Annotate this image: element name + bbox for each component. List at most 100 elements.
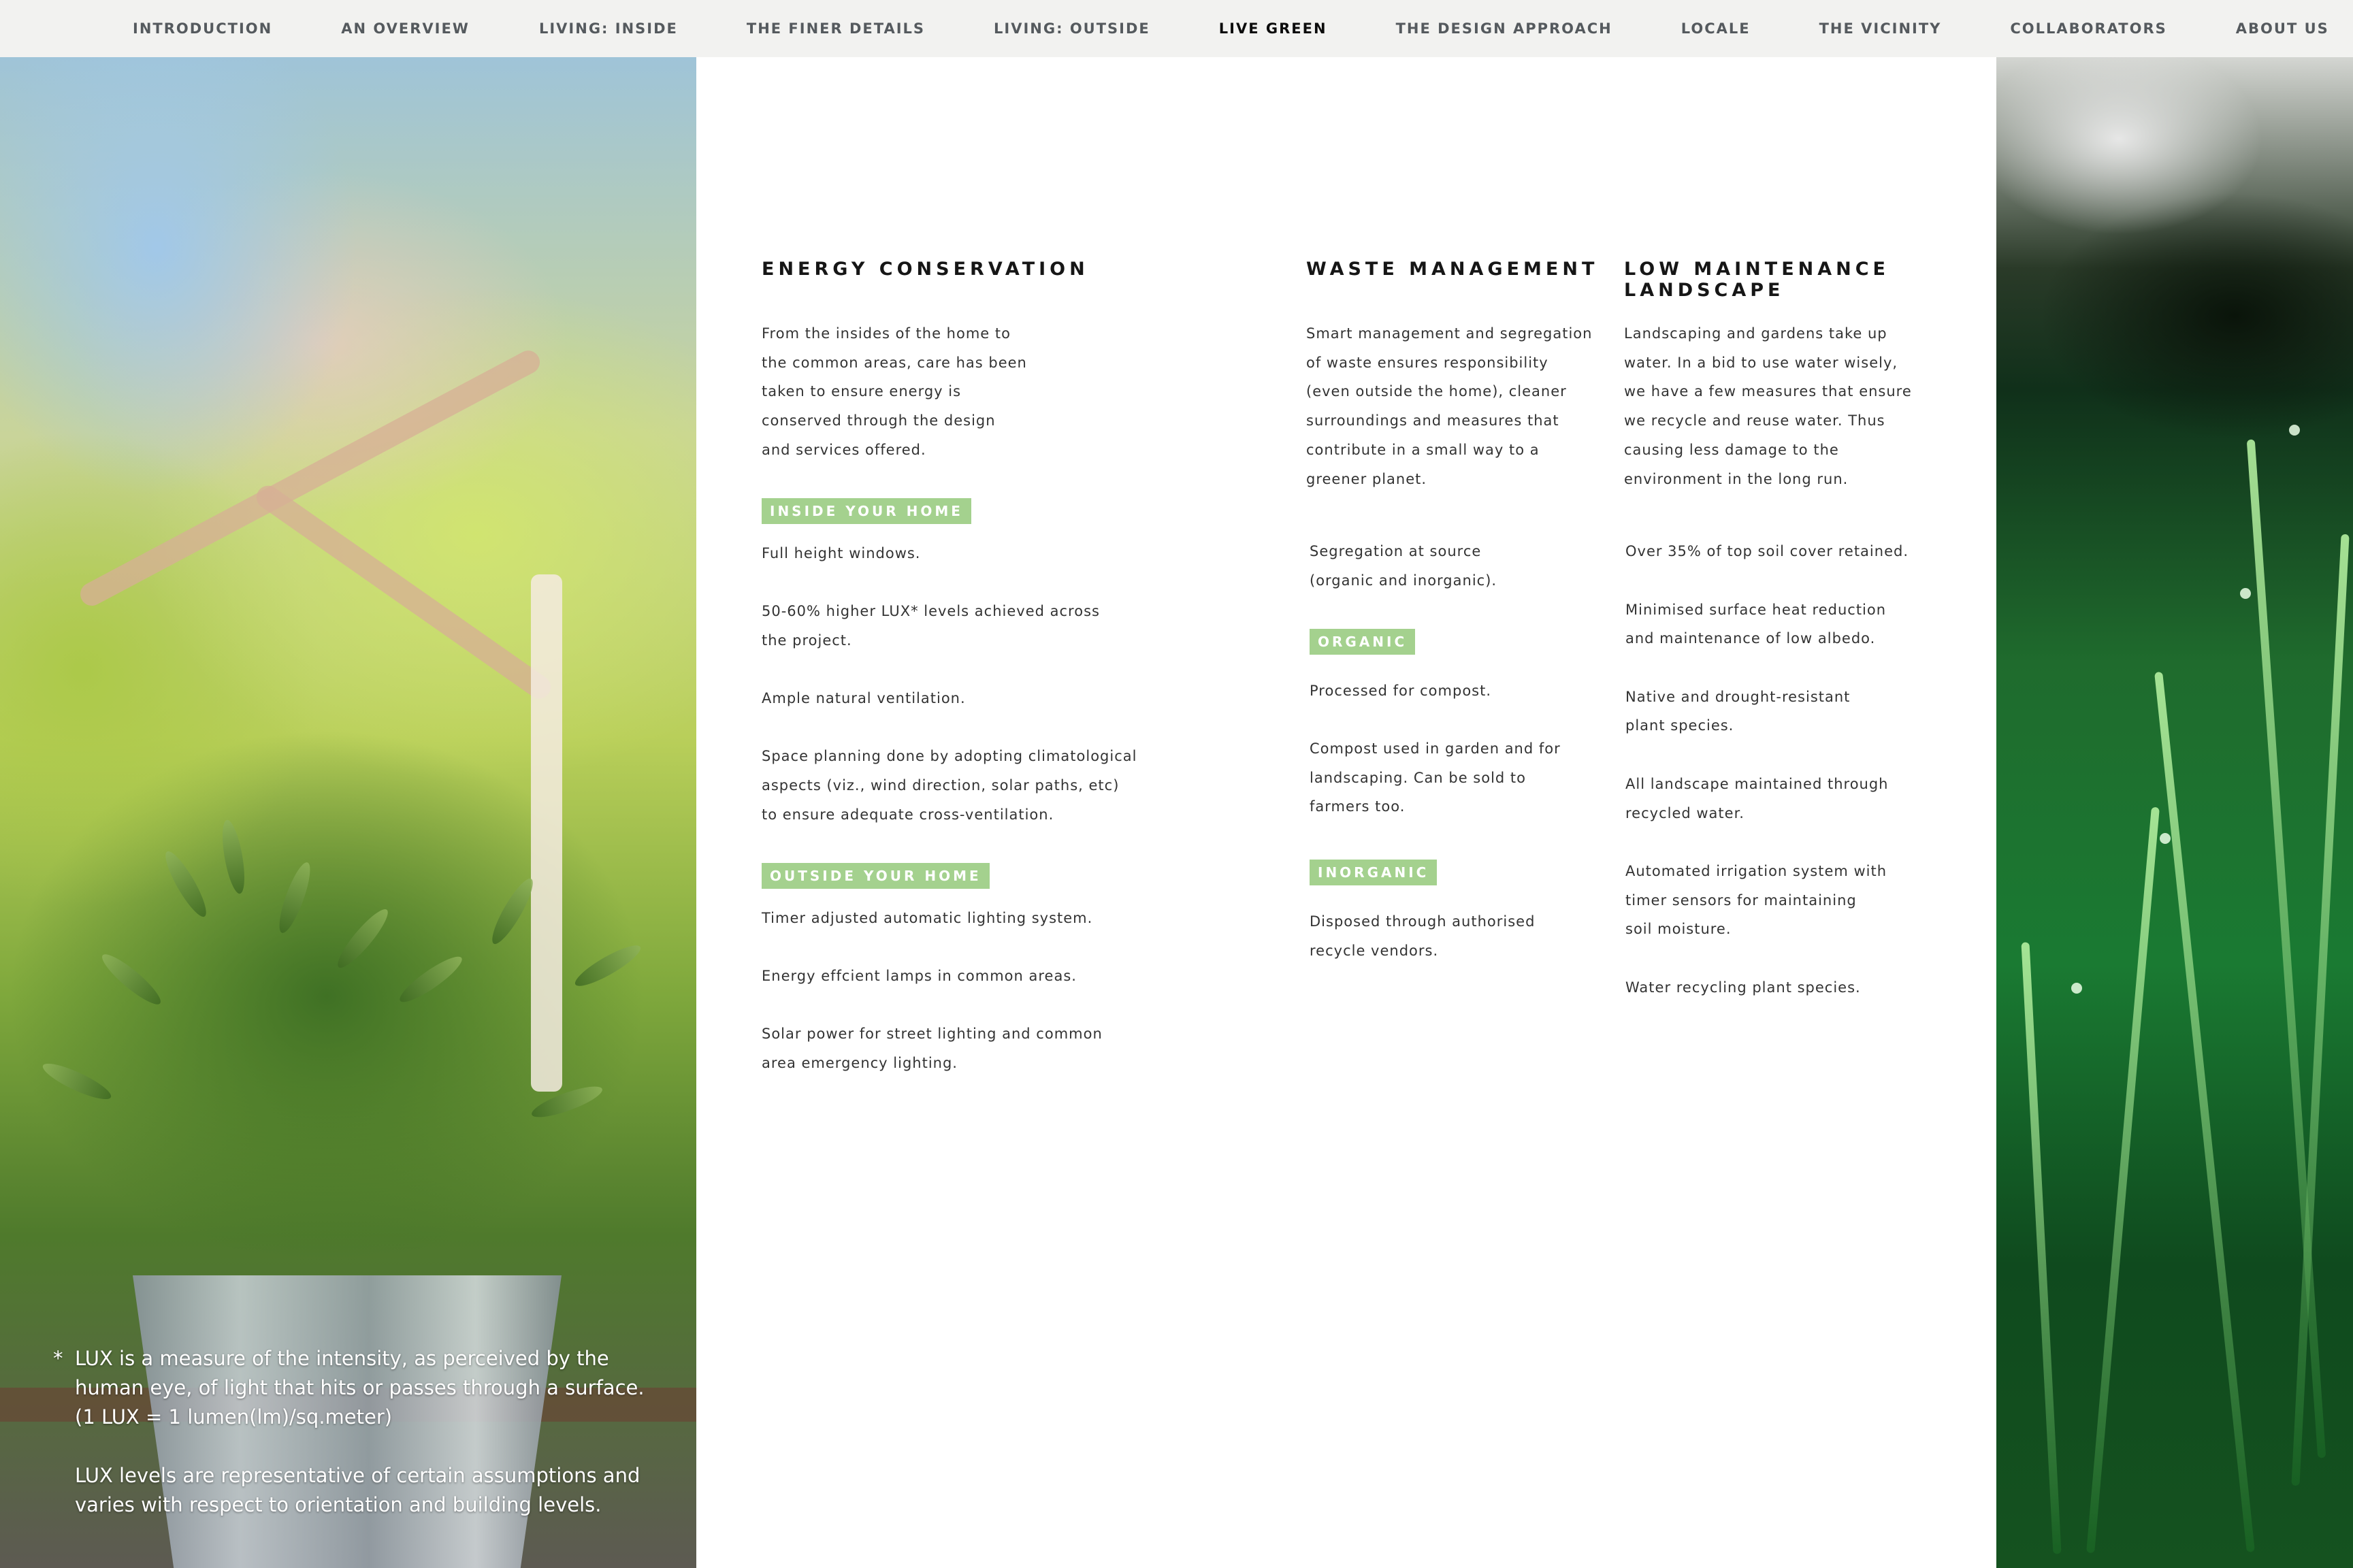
text-line: Smart management and segregation (1306, 325, 1593, 342)
waste-intro: Smart management and segregation of wast… (1306, 319, 1619, 493)
text-line: and services offered. (762, 441, 926, 458)
nav-item-the-vicinity[interactable]: THE VICINITY (1819, 20, 1942, 37)
list-item: Native and drought-resistant (1625, 688, 1851, 705)
right-grass-photo (1996, 57, 2353, 1568)
inorganic-badge: INORGANIC (1310, 860, 1438, 886)
text-line: taken to ensure energy is (762, 383, 962, 400)
text-line: of waste ensures responsibility (1306, 354, 1548, 371)
waste-management-heading: WASTE MANAGEMENT (1306, 259, 1599, 280)
landscape-intro: Landscaping and gardens take up water. I… (1624, 319, 1944, 493)
list-item-continued: aspects (viz., wind direction, solar pat… (762, 777, 1120, 794)
text-line: surroundings and measures that (1306, 412, 1559, 429)
list-item-continued: area emergency lighting. (762, 1054, 958, 1071)
organic-items: Processed for compost. Compost used in g… (1306, 676, 1619, 822)
water-drop (2240, 588, 2251, 599)
leaf-shape (331, 904, 394, 973)
list-item: Compost used in garden and for (1310, 740, 1561, 757)
lux-footnote: * LUX is a measure of the intensity, as … (53, 1344, 670, 1520)
text-line: (even outside the home), cleaner (1306, 383, 1567, 400)
list-item-continued: the project. (762, 632, 852, 649)
outside-your-home-badge: OUTSIDE YOUR HOME (762, 862, 990, 889)
list-item: Automated irrigation system with (1625, 862, 1887, 879)
list-item-continued: and maintenance of low albedo. (1625, 630, 1876, 647)
list-item-continued: timer sensors for maintaining (1625, 892, 1857, 909)
list-item: Full height windows. (762, 544, 921, 561)
text-line: the common areas, care has been (762, 354, 1027, 371)
landscape-items: Over 35% of top soil cover retained. Min… (1624, 537, 1944, 1002)
top-navigation: INTRODUCTION AN OVERVIEW LIVING: INSIDE … (0, 0, 2353, 57)
text-line: environment in the long run. (1624, 470, 1849, 487)
nav-item-an-overview[interactable]: AN OVERVIEW (341, 20, 470, 37)
inside-items: Full height windows. 50-60% higher LUX* … (762, 539, 1238, 830)
grass-blade (2154, 671, 2255, 1553)
list-item: Minimised surface heat reduction (1625, 601, 1887, 618)
nav-item-the-finer-details[interactable]: THE FINER DETAILS (747, 20, 925, 37)
leaf-shape (39, 1057, 115, 1106)
organic-badge: ORGANIC (1310, 628, 1416, 655)
text-line: contribute in a small way to a (1306, 441, 1540, 458)
list-item-continued: recycle vendors. (1310, 942, 1439, 959)
footnote-line: human eye, of light that hits or passes … (75, 1376, 645, 1399)
water-drop (2160, 833, 2171, 844)
text-line: Landscaping and gardens take up (1624, 325, 1887, 342)
leaf-shape (570, 939, 645, 992)
list-item: Ample natural ventilation. (762, 690, 966, 706)
list-item: Timer adjusted automatic lighting system… (762, 909, 1093, 926)
text-line: we recycle and reuse water. Thus (1624, 412, 1885, 429)
inside-your-home-badge: INSIDE YOUR HOME (762, 497, 971, 524)
nav-item-about-us[interactable]: ABOUT US (2236, 20, 2329, 37)
nav-item-introduction[interactable]: INTRODUCTION (133, 20, 272, 37)
leaf-shape (395, 950, 467, 1009)
house-roof-beam (76, 346, 545, 610)
text-line: we have a few measures that ensure (1624, 383, 1912, 400)
left-plant-photo (0, 57, 696, 1568)
list-item: 50-60% higher LUX* levels achieved acros… (762, 602, 1100, 619)
leaf-shape (97, 948, 166, 1011)
leaf-shape (218, 818, 249, 896)
list-item: Energy effcient lamps in common areas. (762, 967, 1077, 984)
footnote-line: LUX is a measure of the intensity, as pe… (75, 1347, 609, 1370)
list-item-continued: plant species. (1625, 717, 1734, 734)
water-drop (2289, 425, 2300, 436)
house-roof-beam-2 (252, 481, 555, 704)
list-item: Over 35% of top soil cover retained. (1625, 543, 1909, 560)
heading-line: LOW MAINTENANCE (1624, 259, 1889, 280)
list-item: Space planning done by adopting climatol… (762, 748, 1137, 765)
footnote-line: LUX levels are representative of certain… (75, 1464, 640, 1487)
grass-blade (2291, 534, 2350, 1486)
nav-item-living-outside[interactable]: LIVING: OUTSIDE (994, 20, 1150, 37)
grass-blade (2246, 439, 2326, 1458)
energy-conservation-heading: ENERGY CONSERVATION (762, 259, 1089, 280)
list-item: Processed for compost. (1310, 682, 1492, 699)
list-item: Disposed through authorised (1310, 913, 1536, 930)
list-item-continued: recycled water. (1625, 804, 1745, 821)
footnote-asterisk: * (53, 1347, 63, 1370)
outside-items: Timer adjusted automatic lighting system… (762, 904, 1238, 1078)
list-item-continued: soil moisture. (1625, 921, 1732, 938)
text-line: From the insides of the home to (762, 325, 1011, 342)
list-item-continued: to ensure adequate cross-ventilation. (762, 806, 1054, 823)
landscape-heading: LOW MAINTENANCE LANDSCAPE (1624, 259, 1944, 301)
list-item-continued: farmers too. (1310, 798, 1406, 815)
nav-item-living-inside[interactable]: LIVING: INSIDE (539, 20, 678, 37)
leaf-shape (273, 859, 317, 936)
text-line: Segregation at source (1310, 543, 1482, 560)
grass-blade (2021, 942, 2062, 1554)
footnote-line: varies with respect to orientation and b… (75, 1493, 602, 1516)
text-line: water. In a bid to use water wisely, (1624, 354, 1898, 371)
nav-item-live-green[interactable]: LIVE GREEN (1219, 20, 1327, 37)
waste-management-section: WASTE MANAGEMENT Smart management and se… (1306, 259, 1619, 966)
list-item: Solar power for street lighting and comm… (762, 1026, 1103, 1043)
footnote-line: (1 LUX = 1 lumen(lm)/sq.meter) (75, 1405, 393, 1428)
low-maintenance-landscape-section: LOW MAINTENANCE LANDSCAPE Landscaping an… (1624, 259, 1944, 1002)
heading-line: LANDSCAPE (1624, 280, 1785, 301)
live-green-content: ENERGY CONSERVATION From the insides of … (696, 57, 1996, 1568)
nav-item-the-design-approach[interactable]: THE DESIGN APPROACH (1396, 20, 1612, 37)
leaf-shape (159, 847, 212, 921)
text-line: greener planet. (1306, 470, 1427, 487)
list-item: Water recycling plant species. (1625, 979, 1861, 996)
list-item: All landscape maintained through (1625, 775, 1889, 792)
nav-item-locale[interactable]: LOCALE (1681, 20, 1751, 37)
segregation-text: Segregation at source (organic and inorg… (1306, 537, 1619, 595)
nav-item-collaborators[interactable]: COLLABORATORS (2010, 20, 2167, 37)
